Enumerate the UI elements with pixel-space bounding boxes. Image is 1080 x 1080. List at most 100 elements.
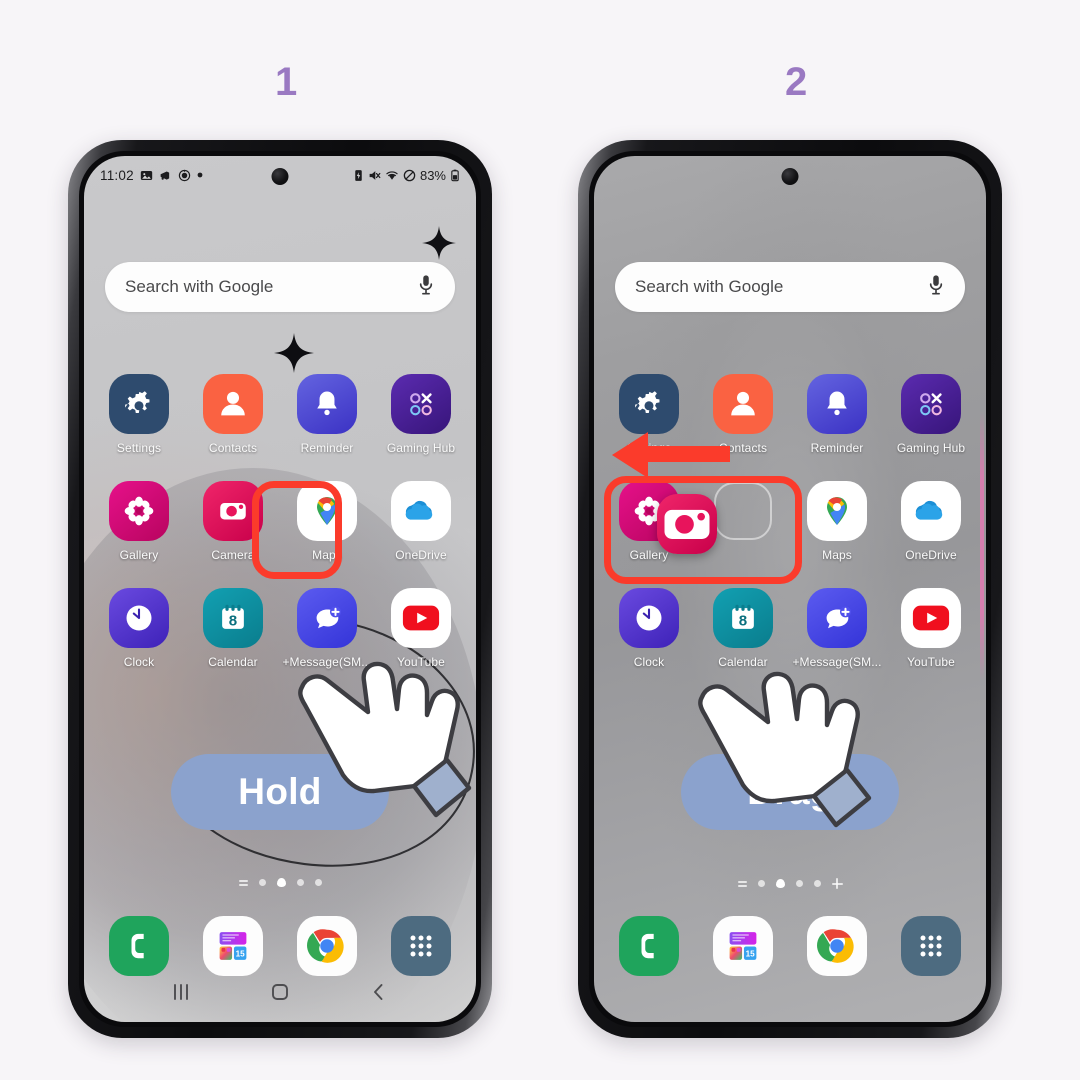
screen-edge-glow <box>980 411 984 681</box>
contacts-person-icon <box>203 374 263 434</box>
app-gaming-hub[interactable]: Gaming Hub <box>884 374 978 455</box>
phone-handset-icon <box>109 916 169 976</box>
power-saving-icon <box>353 169 364 182</box>
onedrive-cloud-icon <box>391 481 451 541</box>
phone-frame-step-2: Search with Google Contacts Reminder Gam… <box>578 140 1002 1038</box>
app-onedrive[interactable]: OneDrive <box>884 481 978 562</box>
dock-chrome[interactable] <box>280 916 374 976</box>
hand-cursor-icon <box>298 661 472 818</box>
google-search-bar[interactable]: Search with Google <box>105 262 455 312</box>
onedrive-cloud-icon <box>901 481 961 541</box>
back-icon[interactable] <box>368 981 390 1008</box>
dock-apps[interactable] <box>374 916 468 976</box>
navigation-bar <box>84 981 476 1008</box>
google-maps-icon <box>807 481 867 541</box>
add-page-icon[interactable] <box>831 878 843 889</box>
widgets-icon[interactable] <box>737 880 747 887</box>
dock-calendar-day: 15 <box>236 950 246 959</box>
app-reminder[interactable]: Reminder <box>790 374 884 455</box>
app-youtube[interactable]: YouTube <box>884 588 978 669</box>
app-label: OneDrive <box>395 548 447 562</box>
settings-gear-icon <box>619 374 679 434</box>
app-calendar[interactable]: 8 Calendar <box>186 588 280 669</box>
app-drawer-icon <box>901 916 961 976</box>
app-label: Settings <box>116 441 162 455</box>
clock-icon <box>619 588 679 648</box>
app-clock[interactable]: Clock <box>92 588 186 669</box>
page-dot[interactable] <box>296 879 304 886</box>
chrome-icon <box>807 916 867 976</box>
microphone-icon[interactable] <box>417 274 435 301</box>
step-number-1: 1 <box>275 60 298 104</box>
page-dot-active-home[interactable] <box>276 878 286 887</box>
app-contacts[interactable]: Contacts <box>186 374 280 455</box>
page-dot[interactable] <box>795 880 803 887</box>
dragged-camera-icon[interactable] <box>657 494 717 554</box>
plus-message-icon <box>297 588 357 648</box>
app-reminder[interactable]: Reminder <box>280 374 374 455</box>
phone-bezel: Search with Google Contacts Reminder Gam… <box>589 151 991 1027</box>
dock-widgets[interactable]: 15 <box>696 916 790 976</box>
app-label: Maps <box>312 548 342 562</box>
app-label: Clock <box>633 655 665 669</box>
app-camera[interactable]: Camera <box>186 481 280 562</box>
app-label: OneDrive <box>905 548 957 562</box>
dock-widgets[interactable]: 15 <box>186 916 280 976</box>
app-maps[interactable]: Maps <box>280 481 374 562</box>
app-label: Reminder <box>810 441 864 455</box>
plus-message-icon <box>807 588 867 648</box>
app-label: Contacts <box>208 441 258 455</box>
smart-face-icon <box>178 169 191 182</box>
app-label: Gaming Hub <box>896 441 966 455</box>
dock-phone[interactable] <box>92 916 186 976</box>
bell-icon <box>807 374 867 434</box>
app-clock[interactable]: Clock <box>602 588 696 669</box>
status-bar-right: 83% <box>353 168 460 183</box>
app-label: Gallery <box>119 548 159 562</box>
recents-icon[interactable] <box>170 981 192 1008</box>
dock-step-2: 15 <box>602 916 978 976</box>
dock-chrome[interactable] <box>790 916 884 976</box>
samsung-widget-icon: 15 <box>203 916 263 976</box>
app-maps[interactable]: Maps <box>790 481 884 562</box>
app-label: Camera <box>211 548 255 562</box>
microphone-icon[interactable] <box>927 274 945 301</box>
app-label: Gaming Hub <box>386 441 456 455</box>
app-gaming-hub[interactable]: Gaming Hub <box>374 374 468 455</box>
dock-calendar-day: 15 <box>746 950 756 959</box>
gallery-flower-icon <box>109 481 169 541</box>
settings-gear-icon <box>109 374 169 434</box>
drag-direction-arrow-icon <box>612 432 730 478</box>
page-indicator[interactable] <box>594 878 986 889</box>
search-placeholder: Search with Google <box>125 277 274 296</box>
page-indicator[interactable] <box>84 878 476 887</box>
google-search-bar[interactable]: Search with Google <box>615 262 965 312</box>
dock-apps[interactable] <box>884 916 978 976</box>
calendar-icon: 8 <box>203 588 263 648</box>
youtube-icon <box>901 588 961 648</box>
gaming-hub-icon <box>901 374 961 434</box>
phone-handset-icon <box>619 916 679 976</box>
app-settings[interactable]: Settings <box>92 374 186 455</box>
page-dot-active-home[interactable] <box>775 879 785 888</box>
app-label: Reminder <box>300 441 354 455</box>
page-dot[interactable] <box>757 880 765 887</box>
calendar-day-number: 8 <box>229 613 237 630</box>
page-dot[interactable] <box>813 880 821 887</box>
dock-phone[interactable] <box>602 916 696 976</box>
status-clock: 11:02 <box>100 167 134 183</box>
wifi-icon <box>385 169 399 182</box>
phone-screen-step-1: 11:02 83% Search with Google Settings Co… <box>84 156 476 1022</box>
page-dot[interactable] <box>314 879 322 886</box>
clock-icon <box>109 588 169 648</box>
youtube-icon <box>391 588 451 648</box>
battery-percent: 83% <box>419 167 446 183</box>
app-gallery[interactable]: Gallery <box>92 481 186 562</box>
gallery-icon <box>140 169 153 182</box>
samsung-widget-icon: 15 <box>713 916 773 976</box>
home-icon[interactable] <box>269 981 291 1008</box>
widgets-icon[interactable] <box>238 879 248 886</box>
page-dot[interactable] <box>258 879 266 886</box>
app-onedrive[interactable]: OneDrive <box>374 481 468 562</box>
calendar-icon: 8 <box>713 588 773 648</box>
